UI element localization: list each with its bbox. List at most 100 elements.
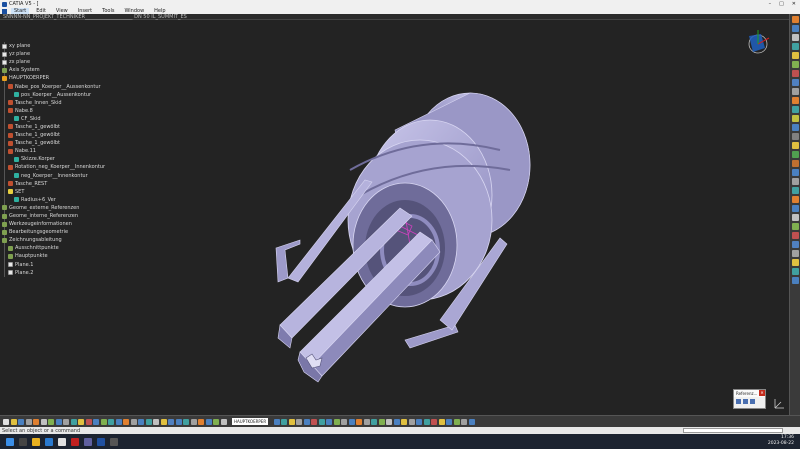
tool-button-icon[interactable] <box>791 106 799 113</box>
tool-button-icon[interactable] <box>791 124 799 131</box>
tool-button-icon[interactable] <box>153 418 159 425</box>
tree-node[interactable]: SET <box>2 188 142 196</box>
tool-button-icon[interactable] <box>791 25 799 32</box>
tool-button-icon[interactable] <box>791 133 799 140</box>
tool-button-icon[interactable] <box>446 418 452 425</box>
tool-button-icon[interactable] <box>93 418 99 425</box>
tool-button-icon[interactable] <box>791 52 799 59</box>
tree-node[interactable]: Werkzeugeinformationen <box>2 220 142 228</box>
tool-button-icon[interactable] <box>416 418 422 425</box>
tool-button-icon[interactable] <box>10 418 17 425</box>
tool-button-icon[interactable] <box>791 142 799 149</box>
compass-icon[interactable] <box>743 28 773 58</box>
tool-button-icon[interactable] <box>791 241 799 248</box>
body-selector[interactable]: HAUPTKOERPER <box>232 418 268 425</box>
tool-button-icon[interactable] <box>108 418 114 425</box>
tree-node[interactable]: Nabe_pos_Koerper__Aussenkontur <box>2 82 142 90</box>
tool-button-icon[interactable] <box>303 418 310 425</box>
point-tool-icon[interactable] <box>736 399 741 404</box>
tool-button-icon[interactable] <box>138 418 144 425</box>
tool-button-icon[interactable] <box>791 151 799 158</box>
tool-button-icon[interactable] <box>348 418 355 425</box>
edge-icon[interactable] <box>45 437 53 446</box>
acrobat-icon[interactable] <box>71 437 79 446</box>
tree-node[interactable]: HAUPTKOERPER <box>2 74 142 82</box>
tool-button-icon[interactable] <box>296 418 302 425</box>
tool-button-icon[interactable] <box>791 250 799 257</box>
tool-button-icon[interactable] <box>123 418 129 425</box>
tool-button-icon[interactable] <box>115 418 122 425</box>
line-tool-icon[interactable] <box>743 399 748 404</box>
tree-node[interactable]: Skizze.Korper <box>2 155 142 163</box>
tree-node[interactable]: Tasche_Innen_Skid <box>2 99 142 107</box>
plane-tool-icon[interactable] <box>750 399 755 404</box>
tool-button-icon[interactable] <box>213 418 219 425</box>
tool-button-icon[interactable] <box>791 61 799 68</box>
tool-button-icon[interactable] <box>791 79 799 86</box>
tool-button-icon[interactable] <box>130 418 137 425</box>
tool-button-icon[interactable] <box>281 418 287 425</box>
tool-button-icon[interactable] <box>791 178 799 185</box>
tree-node[interactable]: neg_Koerper__Innenkontur <box>2 172 142 180</box>
tool-button-icon[interactable] <box>378 418 385 425</box>
tool-button-icon[interactable] <box>273 418 280 425</box>
tree-node[interactable]: Zeichnungsableitung <box>2 236 142 244</box>
tree-node[interactable]: Geome_interne_Referenzen <box>2 212 142 220</box>
tool-button-icon[interactable] <box>145 418 152 425</box>
tree-node[interactable]: CF_Skid <box>2 115 142 123</box>
tool-button-icon[interactable] <box>183 418 189 425</box>
tool-button-icon[interactable] <box>70 418 77 425</box>
tool-button-icon[interactable] <box>791 187 799 194</box>
tool-button-icon[interactable] <box>363 418 370 425</box>
reference-close-button[interactable]: ✕ <box>759 390 765 396</box>
tool-button-icon[interactable] <box>438 418 445 425</box>
tool-button-icon[interactable] <box>791 223 799 230</box>
tool-button-icon[interactable] <box>386 418 392 425</box>
tool-button-icon[interactable] <box>791 43 799 50</box>
tree-node[interactable]: Nabe.11 <box>2 147 142 155</box>
tool-button-icon[interactable] <box>63 418 69 425</box>
tree-node[interactable]: Hauptpunkte <box>2 252 142 260</box>
tree-node[interactable]: Nabe.8 <box>2 107 142 115</box>
tool-button-icon[interactable] <box>453 418 460 425</box>
tool-button-icon[interactable] <box>431 418 437 425</box>
tool-button-icon[interactable] <box>401 418 407 425</box>
tool-button-icon[interactable] <box>18 418 24 425</box>
tool-button-icon[interactable] <box>791 196 799 203</box>
tool-button-icon[interactable] <box>791 232 799 239</box>
tree-node[interactable]: yz plane <box>2 50 142 58</box>
tree-node[interactable]: Tasche_1_gewölbt <box>2 131 142 139</box>
tool-button-icon[interactable] <box>85 418 92 425</box>
app-icon[interactable] <box>110 437 118 446</box>
search-icon[interactable] <box>19 437 27 446</box>
system-clock[interactable]: 17:36 2023-08-22 <box>768 435 794 447</box>
tool-button-icon[interactable] <box>100 418 107 425</box>
tool-button-icon[interactable] <box>791 160 799 167</box>
windows-start-icon[interactable] <box>6 437 14 446</box>
tool-button-icon[interactable] <box>791 277 799 284</box>
tool-button-icon[interactable] <box>220 418 227 425</box>
tool-button-icon[interactable] <box>3 418 9 425</box>
minimize-button[interactable]: – <box>769 0 772 8</box>
tool-button-icon[interactable] <box>791 259 799 266</box>
tool-button-icon[interactable] <box>423 418 430 425</box>
tool-button-icon[interactable] <box>791 169 799 176</box>
tree-node[interactable]: Geome_externe_Referenzen <box>2 204 142 212</box>
tree-node[interactable]: xy plane <box>2 42 142 50</box>
tree-node[interactable]: Tasche_REST <box>2 180 142 188</box>
tool-button-icon[interactable] <box>791 268 799 275</box>
tree-node[interactable]: Axis System <box>2 66 142 74</box>
tool-button-icon[interactable] <box>371 418 377 425</box>
tool-button-icon[interactable] <box>33 418 39 425</box>
tool-button-icon[interactable] <box>791 97 799 104</box>
command-input[interactable] <box>683 428 783 433</box>
tree-node[interactable]: Rotation_neg_Koerper__Innenkontur <box>2 163 142 171</box>
tool-button-icon[interactable] <box>341 418 347 425</box>
tool-button-icon[interactable] <box>311 418 317 425</box>
tool-button-icon[interactable] <box>408 418 415 425</box>
tool-button-icon[interactable] <box>205 418 212 425</box>
maximize-button[interactable]: □ <box>779 0 784 8</box>
tool-button-icon[interactable] <box>40 418 47 425</box>
tool-button-icon[interactable] <box>791 88 799 95</box>
tool-button-icon[interactable] <box>791 70 799 77</box>
